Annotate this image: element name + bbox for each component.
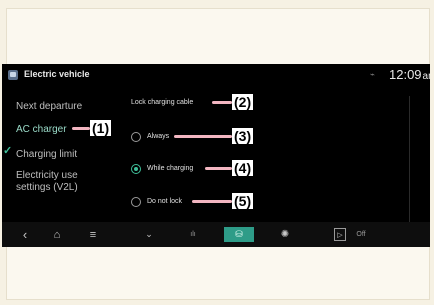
energy-icon[interactable]: ılı (184, 227, 202, 242)
callout-1-line (72, 127, 90, 130)
radio-while-charging[interactable] (131, 164, 141, 174)
climate-icon[interactable]: ⌄ (142, 227, 156, 242)
infotainment-screen: Electric vehicle ⌁ 12:09am Next departur… (2, 64, 430, 247)
sidebar-item-v2l[interactable]: Electricity use settings (V2L) (16, 170, 78, 194)
back-icon[interactable]: ‹ (18, 227, 32, 242)
clock: 12:09am (389, 67, 430, 82)
option-do-not-lock-label[interactable]: Do not lock (147, 198, 182, 205)
lock-cable-heading: Lock charging cable (131, 99, 194, 106)
callout-1: (1) (90, 120, 112, 136)
callout-5: (5) (232, 193, 254, 209)
clock-suffix: am (422, 71, 430, 82)
clock-time: 12:09 (389, 67, 422, 82)
callout-3: (3) (232, 128, 254, 144)
callout-2-line (212, 101, 232, 104)
radio-always[interactable] (131, 132, 141, 142)
off-label[interactable]: Off (354, 227, 368, 242)
ev-app-icon (8, 70, 18, 80)
sidebar-item-ac-charger[interactable]: AC charger (16, 124, 67, 136)
ev-charge-icon[interactable]: ⛁ (224, 227, 254, 242)
sidebar-item-charging-limit[interactable]: Charging limit (16, 149, 77, 161)
callout-4-line (205, 167, 232, 170)
scroll-divider (409, 96, 410, 224)
signal-icon: ⌁ (370, 70, 375, 79)
sidebar-item-next-departure[interactable]: Next departure (16, 101, 82, 113)
option-while-charging-label[interactable]: While charging (147, 165, 193, 172)
bottom-nav-bar: ‹ ⌂ ≡ ⌄ ılı ⛁ ✺ ▷ Off (2, 222, 430, 247)
sidebar-item-v2l-line2: settings (V2L) (16, 182, 78, 193)
option-always-label[interactable]: Always (147, 133, 169, 140)
check-icon: ✓ (3, 145, 13, 157)
app-title: Electric vehicle (24, 69, 90, 79)
callout-4: (4) (232, 160, 254, 176)
radio-do-not-lock[interactable] (131, 197, 141, 207)
callout-5-line (192, 200, 232, 203)
callout-2: (2) (232, 94, 254, 110)
sidebar-item-v2l-line1: Electricity use (16, 170, 78, 181)
callout-3-line (174, 135, 232, 138)
status-bar: Electric vehicle ⌁ 12:09am (2, 64, 430, 86)
settings-icon[interactable]: ✺ (278, 227, 292, 242)
menu-icon[interactable]: ≡ (86, 227, 100, 242)
play-icon[interactable]: ▷ (334, 228, 346, 241)
home-icon[interactable]: ⌂ (50, 227, 64, 242)
